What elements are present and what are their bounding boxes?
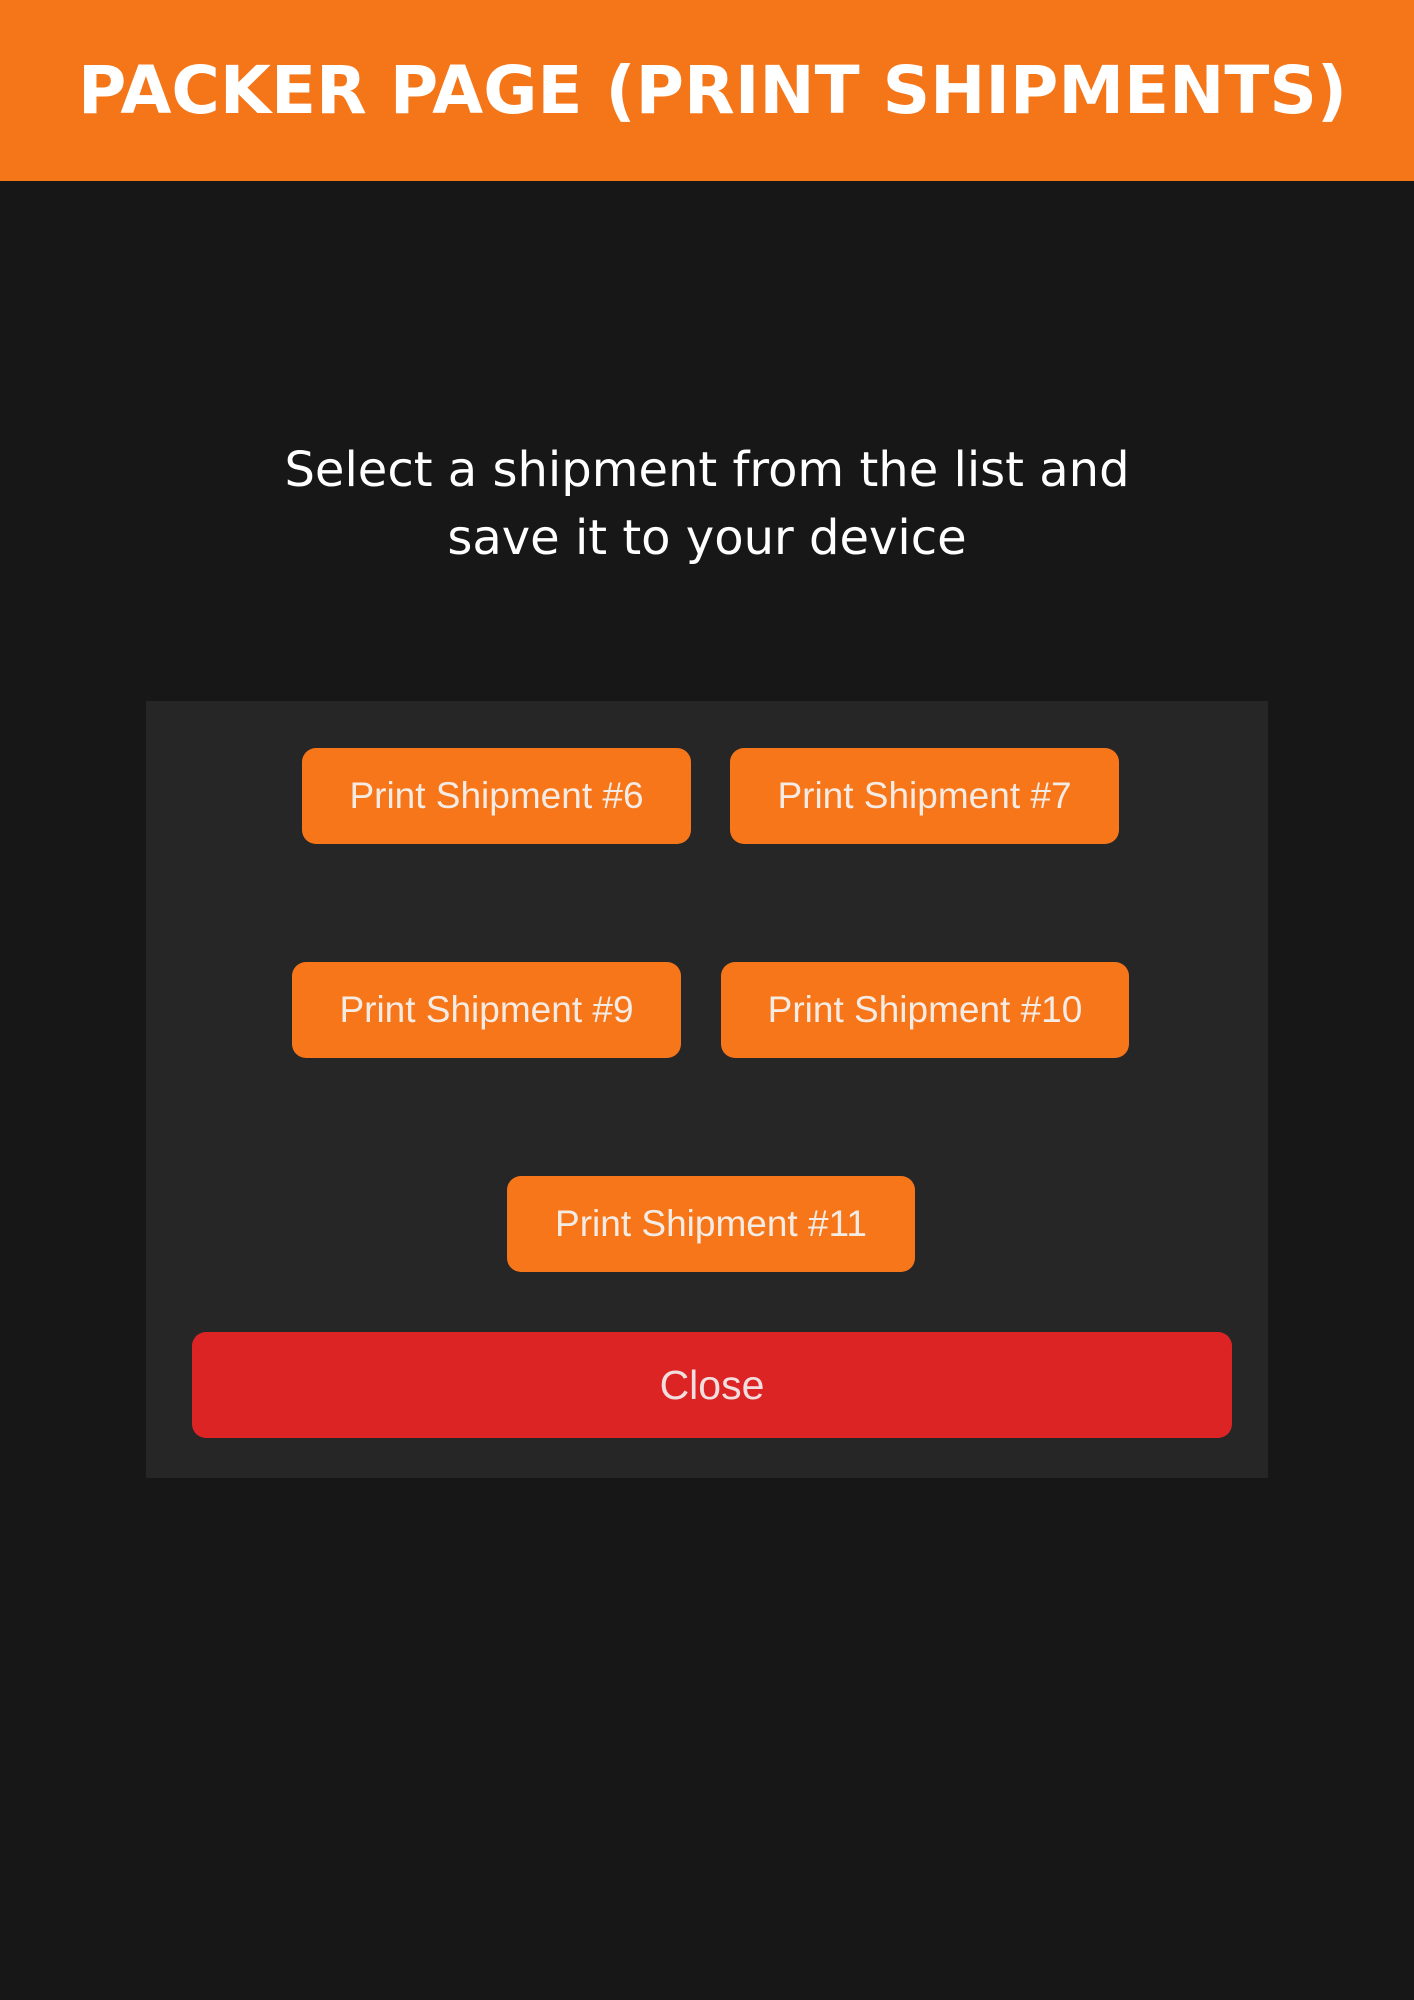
print-shipment-9-button[interactable]: Print Shipment #9 (292, 962, 681, 1058)
page-title: PACKER PAGE (PRINT SHIPMENTS) (78, 52, 1348, 129)
print-shipment-7-button[interactable]: Print Shipment #7 (730, 748, 1119, 844)
page-header: PACKER PAGE (PRINT SHIPMENTS) (0, 0, 1414, 181)
instruction-text: Select a shipment from the list and save… (284, 442, 1130, 566)
print-shipment-11-button[interactable]: Print Shipment #11 (507, 1176, 915, 1272)
shipment-list-panel: Print Shipment #6 Print Shipment #7 Prin… (146, 701, 1268, 1478)
print-shipment-6-button[interactable]: Print Shipment #6 (302, 748, 691, 844)
close-button[interactable]: Close (192, 1332, 1232, 1438)
print-shipment-10-button[interactable]: Print Shipment #10 (721, 962, 1129, 1058)
